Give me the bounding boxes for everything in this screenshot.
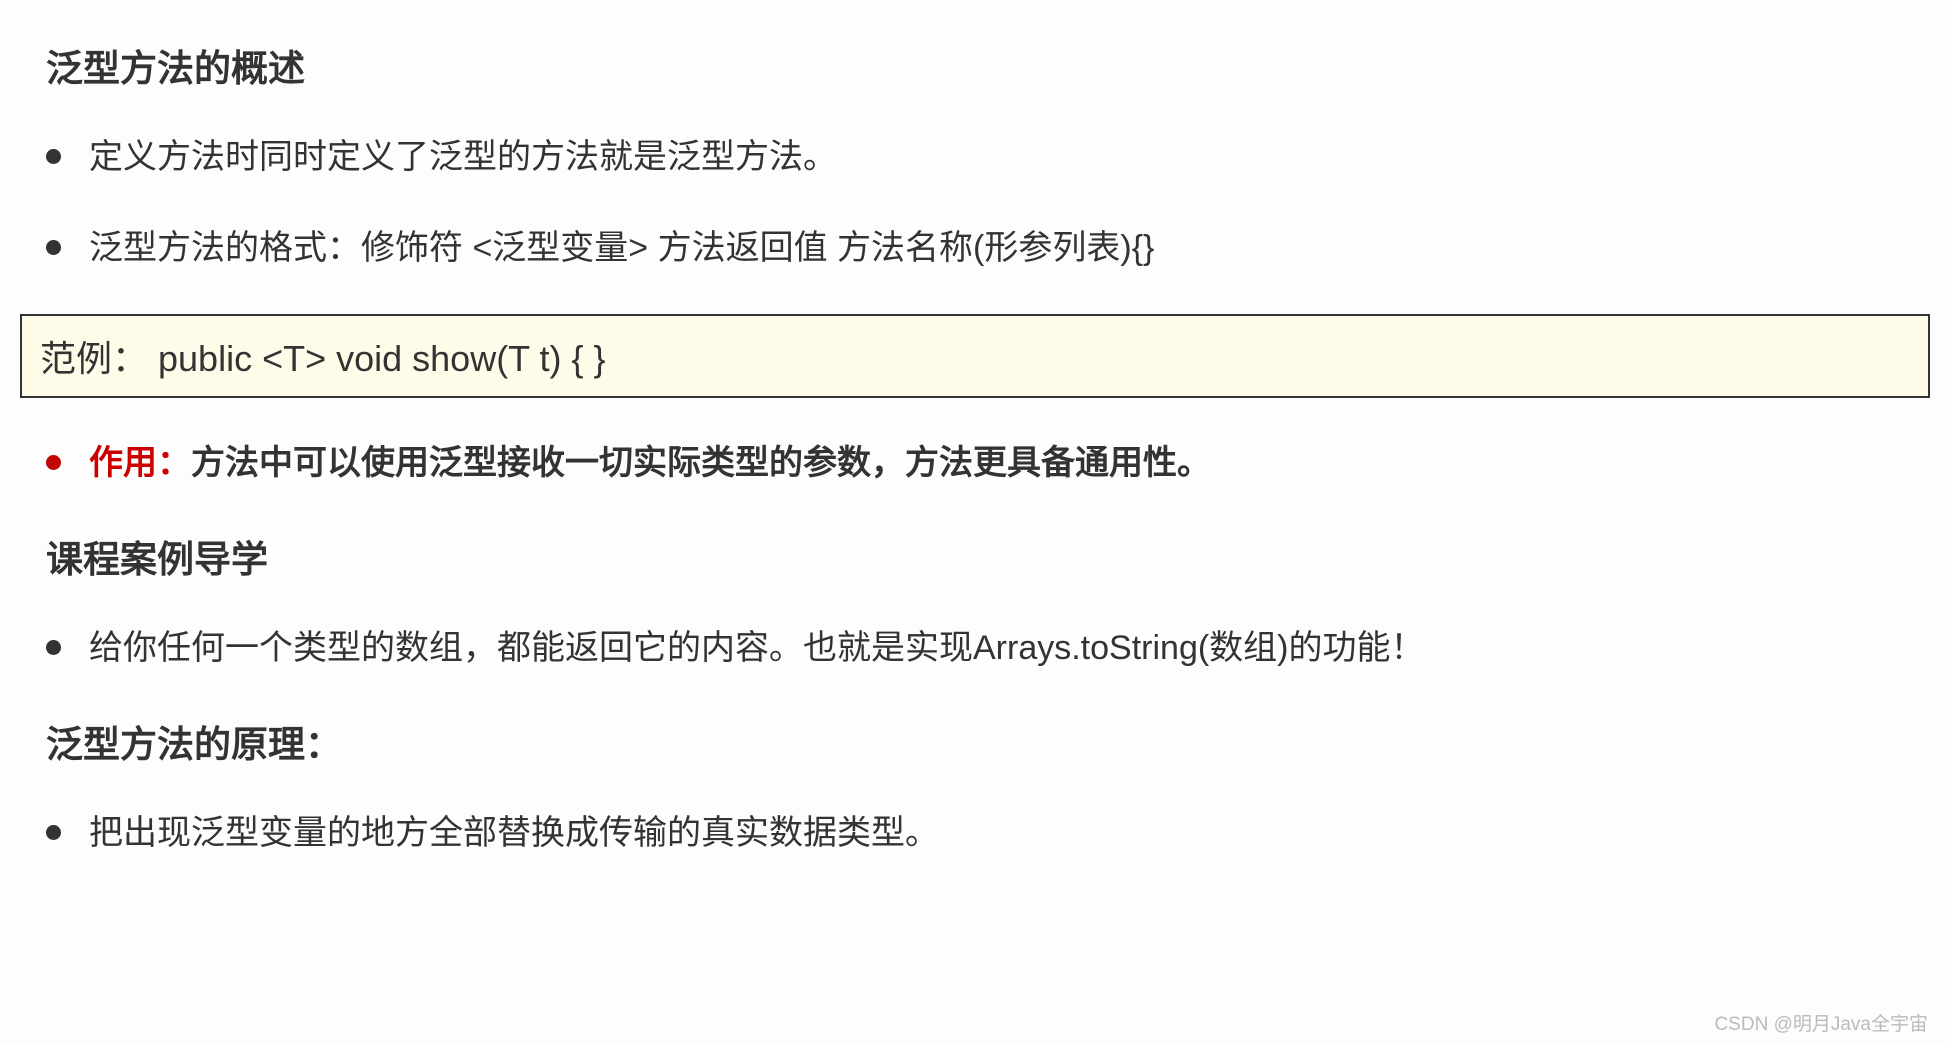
list-item-emphasis: 作用：方法中可以使用泛型接收一切实际类型的参数，方法更具备通用性。	[46, 438, 1930, 489]
list-item: 给你任何一个类型的数组，都能返回它的内容。也就是实现Arrays.toStrin…	[46, 623, 1930, 674]
list-item: 把出现泛型变量的地方全部替换成传输的真实数据类型。	[46, 808, 1930, 859]
bullet-icon	[46, 640, 61, 655]
bullet-icon	[46, 149, 61, 164]
emphasis-content: 方法中可以使用泛型接收一切实际类型的参数，方法更具备通用性。	[191, 444, 1211, 482]
bullet-icon	[46, 455, 61, 470]
bullet-text: 给你任何一个类型的数组，都能返回它的内容。也就是实现Arrays.toStrin…	[89, 623, 1425, 674]
emphasis-label: 作用：	[89, 444, 191, 482]
bullet-text: 定义方法时同时定义了泛型的方法就是泛型方法。	[89, 132, 837, 183]
code-example-box: 范例： public <T> void show(T t) { }	[20, 314, 1930, 398]
bullet-text: 把出现泛型变量的地方全部替换成传输的真实数据类型。	[89, 808, 939, 859]
watermark-text: CSDN @明月Java全宇宙	[1714, 1009, 1928, 1036]
list-item: 定义方法时同时定义了泛型的方法就是泛型方法。	[46, 132, 1930, 183]
bullet-icon	[46, 240, 61, 255]
bullet-text: 作用：方法中可以使用泛型接收一切实际类型的参数，方法更具备通用性。	[89, 438, 1211, 489]
section-heading-case: 课程案例导学	[20, 529, 1930, 583]
section-heading-overview: 泛型方法的概述	[20, 38, 1930, 92]
bullet-icon	[46, 825, 61, 840]
section-heading-principle: 泛型方法的原理：	[20, 714, 1930, 768]
list-item: 泛型方法的格式：修饰符 <泛型变量> 方法返回值 方法名称(形参列表){}	[46, 223, 1930, 274]
bullet-text: 泛型方法的格式：修饰符 <泛型变量> 方法返回值 方法名称(形参列表){}	[89, 223, 1154, 274]
